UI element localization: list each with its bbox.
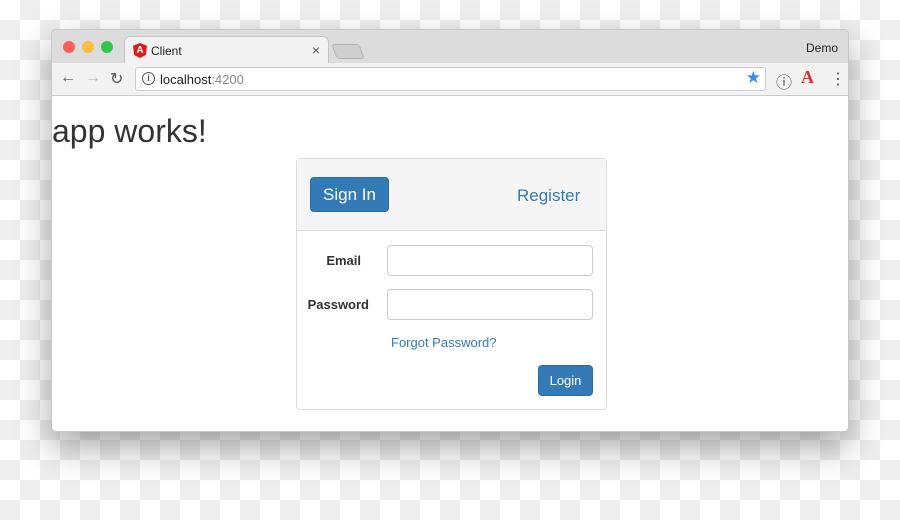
close-window-button[interactable] bbox=[63, 41, 75, 53]
email-input[interactable] bbox=[387, 245, 593, 276]
tab-client[interactable]: A Client × bbox=[124, 36, 329, 64]
bookmark-star-icon[interactable]: ★ bbox=[746, 68, 761, 88]
forgot-password-link[interactable]: Forgot Password? bbox=[391, 335, 497, 350]
tab-bar: A Client × Demo bbox=[52, 30, 848, 64]
minimize-window-button[interactable] bbox=[82, 41, 94, 53]
info-icon[interactable]: i bbox=[142, 72, 155, 85]
email-label: Email bbox=[326, 253, 361, 268]
card-header: Sign In Register bbox=[297, 159, 606, 231]
angular-icon: A bbox=[133, 43, 147, 58]
password-input[interactable] bbox=[387, 289, 593, 320]
login-card: Sign In Register Email Password Forgot P… bbox=[296, 158, 607, 410]
reload-icon[interactable]: ↻ bbox=[110, 69, 123, 89]
sign-in-tab[interactable]: Sign In bbox=[310, 177, 389, 212]
close-tab-icon[interactable]: × bbox=[312, 42, 320, 58]
forward-icon[interactable]: → bbox=[85, 69, 101, 87]
password-label: Password bbox=[307, 297, 369, 312]
maximize-window-button[interactable] bbox=[101, 41, 113, 53]
tab-title: Client bbox=[151, 44, 182, 58]
address-bar[interactable]: i localhost:4200 ★ bbox=[135, 67, 766, 91]
page-heading: app works! bbox=[52, 113, 207, 149]
url-text: localhost:4200 bbox=[160, 72, 244, 87]
new-tab-button[interactable] bbox=[331, 44, 365, 59]
login-button[interactable]: Login bbox=[538, 365, 593, 396]
register-tab[interactable]: Register bbox=[517, 186, 580, 206]
extension-a-icon[interactable]: A bbox=[801, 67, 814, 88]
back-icon[interactable]: ← bbox=[60, 69, 76, 87]
menu-dots-icon[interactable]: ⋮ bbox=[830, 69, 846, 89]
url-host: localhost bbox=[160, 72, 212, 87]
browser-window: A Client × Demo ← → ↻ i localhost:4200 ★… bbox=[51, 29, 849, 432]
url-port: :4200 bbox=[211, 72, 244, 87]
extension-info-icon[interactable]: ⓘ bbox=[776, 69, 792, 93]
profile-name[interactable]: Demo bbox=[806, 41, 838, 55]
toolbar: ← → ↻ i localhost:4200 ★ ⓘ A ⋮ bbox=[52, 63, 848, 96]
